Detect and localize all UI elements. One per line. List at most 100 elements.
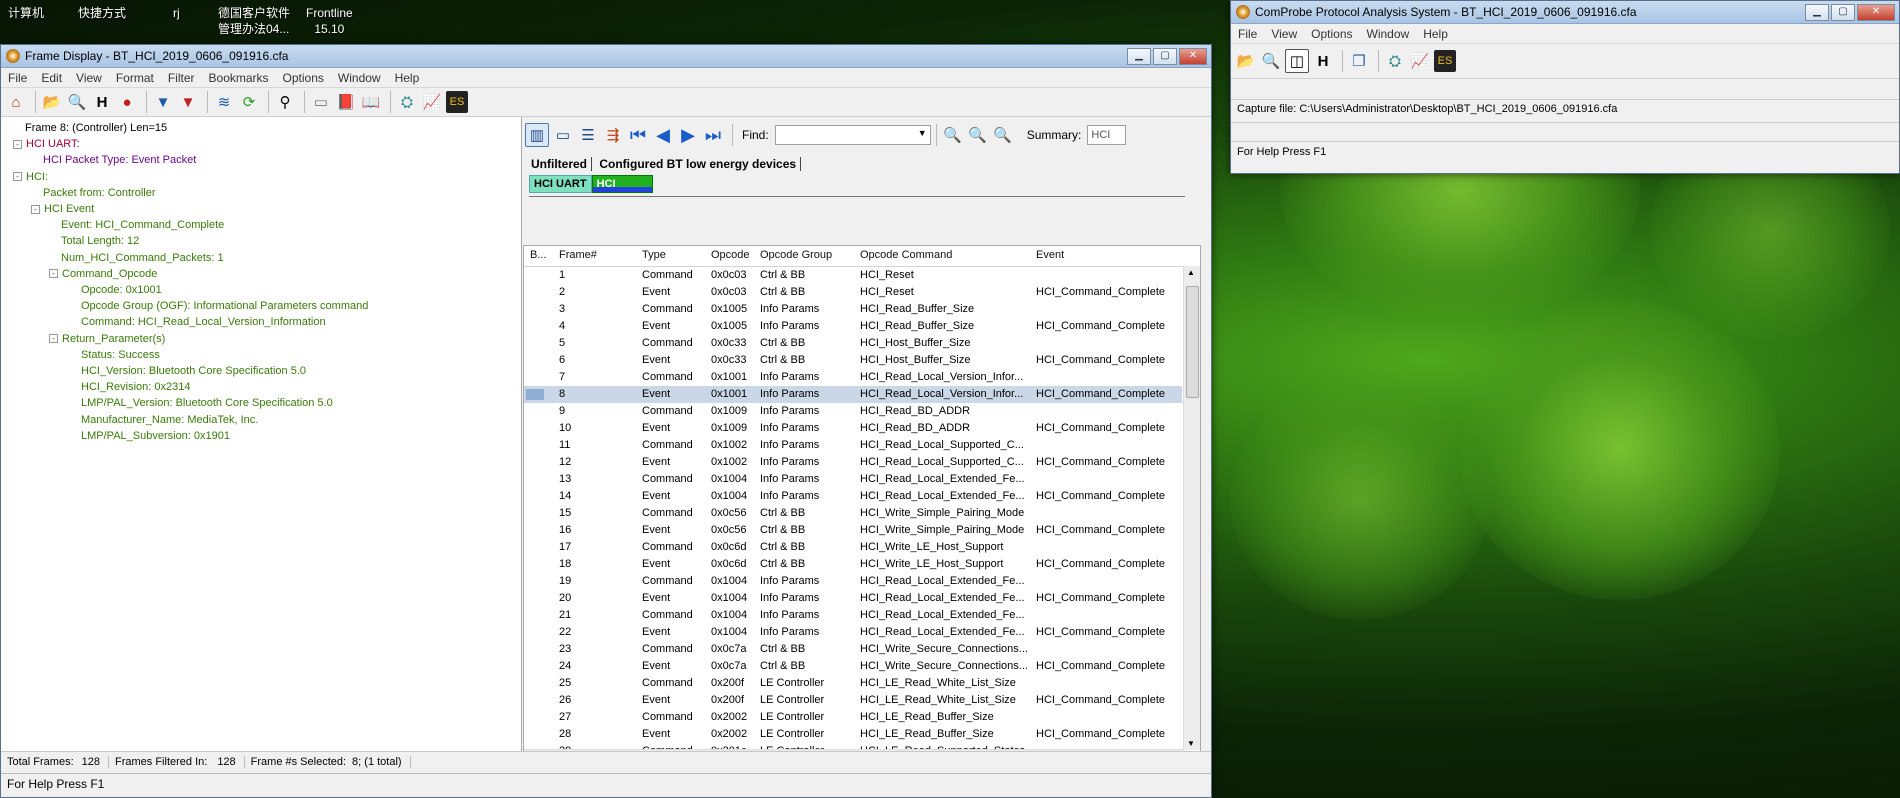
collapse-toggle-icon[interactable]: - bbox=[49, 334, 58, 344]
scroll-up-icon[interactable]: ▲ bbox=[1187, 268, 1195, 277]
breakpoint-icon[interactable]: ● bbox=[116, 91, 138, 113]
binoculars-icon[interactable]: ⚲ bbox=[274, 91, 296, 113]
table-row[interactable]: 18 Event 0x0c6d Ctrl & BB HCI_Write_LE_Host_… bbox=[524, 556, 1182, 573]
menu-help[interactable]: Help bbox=[1416, 27, 1455, 41]
open-folder-icon[interactable]: 📂 bbox=[41, 91, 63, 113]
tree-node[interactable]: Event: HCI_Command_Complete bbox=[61, 218, 224, 232]
chart-icon[interactable]: 📈 bbox=[1409, 50, 1431, 72]
frame-display-icon[interactable]: ◫ bbox=[1285, 49, 1309, 73]
tree-node[interactable]: - HCI Event bbox=[31, 202, 94, 216]
comprobe-titlebar[interactable]: ComProbe Protocol Analysis System - BT_H… bbox=[1231, 1, 1899, 24]
table-row[interactable]: 6 Event 0x0c33 Ctrl & BB HCI_Host_Buffer_Siz… bbox=[524, 352, 1182, 369]
filter-clear-icon[interactable]: ▼ bbox=[177, 91, 199, 113]
frame-summary-grid[interactable]: B... Frame# Type Opcode Opcode Group Opc… bbox=[523, 245, 1201, 767]
menu-window[interactable]: Window bbox=[1360, 27, 1417, 41]
table-row[interactable]: 23 Command 0x0c7a Ctrl & BB HCI_Write_Secure… bbox=[524, 641, 1182, 658]
find-clear-icon[interactable]: 🔍 bbox=[992, 124, 1014, 146]
table-row[interactable]: 22 Event 0x1004 Info Params HCI_Read_Local_E… bbox=[524, 624, 1182, 641]
tree-node[interactable]: HCI Packet Type: Event Packet bbox=[43, 153, 196, 167]
table-row[interactable]: 13 Command 0x1004 Info Params HCI_Read_Local… bbox=[524, 471, 1182, 488]
chart-icon[interactable]: 📈 bbox=[421, 91, 443, 113]
table-row[interactable]: 10 Event 0x1009 Info Params HCI_Read_BD_ADDR… bbox=[524, 420, 1182, 437]
tree-node[interactable]: Packet from: Controller bbox=[43, 186, 155, 200]
magnifier-icon[interactable]: 🔍 bbox=[66, 91, 88, 113]
refresh-icon[interactable]: ⟳ bbox=[238, 91, 260, 113]
home-icon[interactable]: ⌂ bbox=[5, 91, 27, 113]
table-row[interactable]: 11 Command 0x1002 Info Params HCI_Read_Local… bbox=[524, 437, 1182, 454]
table-row[interactable]: 25 Command 0x200f LE Controller HCI_LE_Read_… bbox=[524, 675, 1182, 692]
table-row[interactable]: 26 Event 0x200f LE Controller HCI_LE_Read_Wh… bbox=[524, 692, 1182, 709]
maximize-button[interactable]: ▢ bbox=[1831, 3, 1855, 21]
close-button[interactable]: ✕ bbox=[1179, 47, 1207, 65]
desktop-icon-rj[interactable]: rj bbox=[173, 5, 180, 21]
desktop-icon-frontline[interactable]: Frontline 15.10 bbox=[306, 5, 353, 37]
table-row[interactable]: 27 Command 0x2002 LE Controller HCI_LE_Read_… bbox=[524, 709, 1182, 726]
menu-view[interactable]: View bbox=[69, 71, 109, 85]
tree-node[interactable]: Status: Success bbox=[81, 348, 160, 362]
split-view-icon[interactable]: ▥ bbox=[525, 123, 549, 147]
tree-node[interactable]: LMP/PAL_Subversion: 0x1901 bbox=[81, 429, 230, 443]
tree-node[interactable]: Manufacturer_Name: MediaTek, Inc. bbox=[81, 413, 258, 427]
open-folder-icon[interactable]: 📂 bbox=[1235, 50, 1257, 72]
menu-edit[interactable]: Edit bbox=[34, 71, 69, 85]
menu-file[interactable]: File bbox=[1231, 27, 1264, 41]
first-frame-icon[interactable]: ⏮ bbox=[627, 124, 649, 146]
tree-node[interactable]: Command: HCI_Read_Local_Version_Informat… bbox=[81, 315, 326, 329]
previous-frame-icon[interactable]: ◀ bbox=[652, 124, 674, 146]
table-row[interactable]: 20 Event 0x1004 Info Params HCI_Read_Local_E… bbox=[524, 590, 1182, 607]
tree-node[interactable]: HCI_Version: Bluetooth Core Specificatio… bbox=[81, 364, 306, 378]
column-header-type[interactable]: Type bbox=[642, 249, 666, 261]
list-view-icon[interactable]: ☰ bbox=[577, 124, 599, 146]
tree-node[interactable]: Frame 8: (Controller) Len=15 bbox=[25, 121, 167, 135]
table-row[interactable]: 7 Command 0x1001 Info Params HCI_Read_Local_… bbox=[524, 369, 1182, 386]
tree-node[interactable]: Total Length: 12 bbox=[61, 234, 139, 248]
menu-help[interactable]: Help bbox=[388, 71, 427, 85]
desktop-icon-shortcut[interactable]: 快捷方式 bbox=[78, 5, 126, 21]
tree-node[interactable]: Opcode: 0x1001 bbox=[81, 283, 162, 297]
table-row[interactable]: 1 Command 0x0c03 Ctrl & BB HCI_Reset bbox=[524, 267, 1182, 284]
capture-icon[interactable]: ⛭ bbox=[1384, 50, 1406, 72]
scrollbar-thumb[interactable] bbox=[1186, 286, 1199, 398]
magnifier-icon[interactable]: 🔍 bbox=[1260, 50, 1282, 72]
column-header-opcode-command[interactable]: Opcode Command bbox=[860, 249, 952, 261]
column-header-bookmark[interactable]: B... bbox=[530, 249, 547, 261]
tree-node[interactable]: LMP/PAL_Version: Bluetooth Core Specific… bbox=[81, 396, 333, 410]
go-to-frame-icon[interactable]: ⇶ bbox=[602, 124, 624, 146]
table-row[interactable]: 3 Command 0x1005 Info Params HCI_Read_Buffer… bbox=[524, 301, 1182, 318]
menu-format[interactable]: Format bbox=[109, 71, 161, 85]
table-row[interactable]: 4 Event 0x1005 Info Params HCI_Read_Buffer_S… bbox=[524, 318, 1182, 335]
column-header-event[interactable]: Event bbox=[1036, 249, 1064, 261]
desktop-icon-computer[interactable]: 计算机 bbox=[8, 5, 44, 21]
find-next-icon[interactable]: 🔍 bbox=[967, 124, 989, 146]
table-row[interactable]: 17 Command 0x0c6d Ctrl & BB HCI_Write_LE_Hos… bbox=[524, 539, 1182, 556]
filter-icon[interactable]: ▼ bbox=[152, 91, 174, 113]
bookmark-icon[interactable]: ▭ bbox=[310, 91, 332, 113]
tree-node[interactable]: - Return_Parameter(s) bbox=[49, 332, 165, 346]
tree-node[interactable]: - HCI: bbox=[13, 170, 48, 184]
vertical-scrollbar[interactable]: ▲ ▼ bbox=[1183, 266, 1200, 750]
table-row[interactable]: 9 Command 0x1009 Info Params HCI_Read_BD_ADD… bbox=[524, 403, 1182, 420]
frame-display-titlebar[interactable]: Frame Display - BT_HCI_2019_0606_091916.… bbox=[1, 45, 1211, 68]
event-icon[interactable]: ES bbox=[1434, 50, 1456, 72]
menu-window[interactable]: Window bbox=[331, 71, 388, 85]
book-icon[interactable]: 📕 bbox=[335, 91, 357, 113]
scroll-down-icon[interactable]: ▼ bbox=[1187, 739, 1195, 748]
close-button[interactable]: ✕ bbox=[1857, 3, 1895, 21]
collapse-toggle-icon[interactable]: - bbox=[49, 269, 58, 279]
menu-options[interactable]: Options bbox=[1304, 27, 1359, 41]
tree-node[interactable]: - HCI UART: bbox=[13, 137, 80, 151]
menu-bookmarks[interactable]: Bookmarks bbox=[202, 71, 276, 85]
minimize-button[interactable]: ▁ bbox=[1805, 3, 1829, 21]
menu-options[interactable]: Options bbox=[276, 71, 331, 85]
table-row[interactable]: 19 Command 0x1004 Info Params HCI_Read_Local… bbox=[524, 573, 1182, 590]
collapse-toggle-icon[interactable]: - bbox=[13, 172, 22, 182]
single-view-icon[interactable]: ▭ bbox=[552, 124, 574, 146]
tree-node[interactable]: - Command_Opcode bbox=[49, 267, 157, 281]
table-row[interactable]: 21 Command 0x1004 Info Params HCI_Read_Local… bbox=[524, 607, 1182, 624]
cascade-windows-icon[interactable]: ❐ bbox=[1348, 50, 1370, 72]
hex-icon[interactable]: H bbox=[91, 91, 113, 113]
table-row[interactable]: 5 Command 0x0c33 Ctrl & BB HCI_Host_Buffer_S… bbox=[524, 335, 1182, 352]
maximize-button[interactable]: ▢ bbox=[1153, 47, 1177, 65]
find-previous-icon[interactable]: 🔍 bbox=[942, 124, 964, 146]
table-row[interactable]: 24 Event 0x0c7a Ctrl & BB HCI_Write_Secure_C… bbox=[524, 658, 1182, 675]
